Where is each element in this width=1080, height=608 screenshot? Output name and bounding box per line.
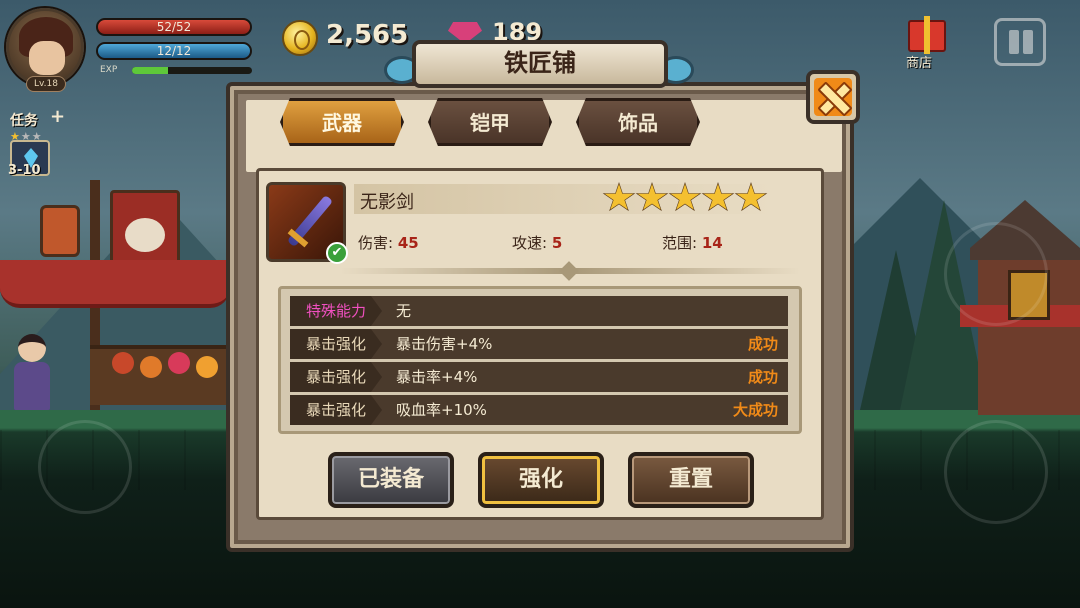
task-expand-button[interactable]: +: [50, 106, 65, 127]
ability-row: 暴击强化 暴击率+4% 成功: [290, 362, 788, 392]
ability-text: 暴击伤害+4%: [396, 335, 493, 353]
sword-blade: [286, 194, 334, 248]
fruit-icon: [196, 356, 218, 378]
fruit-icon: [168, 352, 190, 374]
npc-body: [14, 362, 50, 410]
stat-value: 5: [551, 234, 563, 252]
equipped-check-icon: ✔: [326, 242, 348, 264]
npc-head: [18, 334, 46, 362]
hp-bar: 52/52: [96, 18, 252, 36]
ability-row: 暴击强化 暴击伤害+4% 成功: [290, 329, 788, 359]
enhance-button[interactable]: 强化: [478, 452, 604, 508]
ability-label: 暴击强化: [290, 362, 382, 392]
exp-bar-fill: [132, 67, 168, 74]
ability-status: 成功: [747, 368, 778, 386]
tab-accessory[interactable]: 饰品: [576, 98, 700, 146]
fruit-icon: [140, 356, 162, 378]
coin-count: 2,565: [326, 20, 409, 50]
ability-status: 成功: [747, 335, 778, 353]
level-badge: Lv.18: [26, 76, 66, 92]
stat-range: 范围: 14: [662, 232, 723, 253]
stat-label: 攻速:: [512, 234, 548, 252]
stat-attack-speed: 攻速: 5: [512, 232, 562, 253]
stat-damage: 伤害: 45: [358, 232, 419, 253]
npc-merchant[interactable]: [8, 330, 56, 410]
ability-status: 大成功: [732, 401, 778, 419]
attack-button[interactable]: [944, 420, 1048, 524]
shop-button[interactable]: 商店: [904, 14, 950, 71]
divider: [340, 268, 800, 274]
awning: [0, 260, 230, 308]
item-name: 无影剑: [360, 192, 414, 213]
coin-icon: [282, 20, 318, 56]
task-label[interactable]: 任务: [10, 110, 38, 130]
close-icon: [814, 78, 852, 116]
pause-button[interactable]: [994, 18, 1046, 66]
stat-label: 伤害:: [358, 234, 394, 252]
lantern-sign: [40, 205, 80, 257]
tab-weapon[interactable]: 武器: [280, 98, 404, 146]
player-portrait[interactable]: [6, 8, 84, 86]
exp-label: EXP: [100, 65, 118, 75]
stage-label: 3-10: [8, 163, 41, 178]
dialog-title: 铁匠铺: [412, 40, 668, 88]
ability-row: 特殊能力 无: [290, 296, 788, 326]
equipped-button[interactable]: 已装备: [328, 452, 454, 508]
ability-label: 特殊能力: [290, 296, 382, 326]
ability-label: 暴击强化: [290, 395, 382, 425]
shop-label: 商店: [906, 56, 933, 71]
bun-icon: [125, 218, 165, 252]
skill-button[interactable]: [944, 222, 1048, 326]
tab-armor[interactable]: 铠甲: [428, 98, 552, 146]
joystick-left[interactable]: [38, 420, 132, 514]
ability-label: 暴击强化: [290, 329, 382, 359]
exp-bar: [132, 67, 252, 74]
stat-value: 45: [397, 234, 419, 252]
ability-text: 暴击率+4%: [396, 368, 478, 386]
mp-bar: 12/12: [96, 42, 252, 60]
fruit-icon: [112, 352, 134, 374]
stat-label: 范围:: [662, 234, 698, 252]
ability-text: 吸血率+10%: [396, 401, 487, 419]
reset-button[interactable]: 重置: [628, 452, 754, 508]
ability-text: 无: [396, 302, 412, 320]
gift-ribbon: [924, 16, 930, 54]
stat-value: 14: [701, 234, 723, 252]
ability-row: 暴击强化 吸血率+10% 大成功: [290, 395, 788, 425]
close-button[interactable]: [806, 70, 860, 124]
portrait-face: [29, 41, 65, 75]
